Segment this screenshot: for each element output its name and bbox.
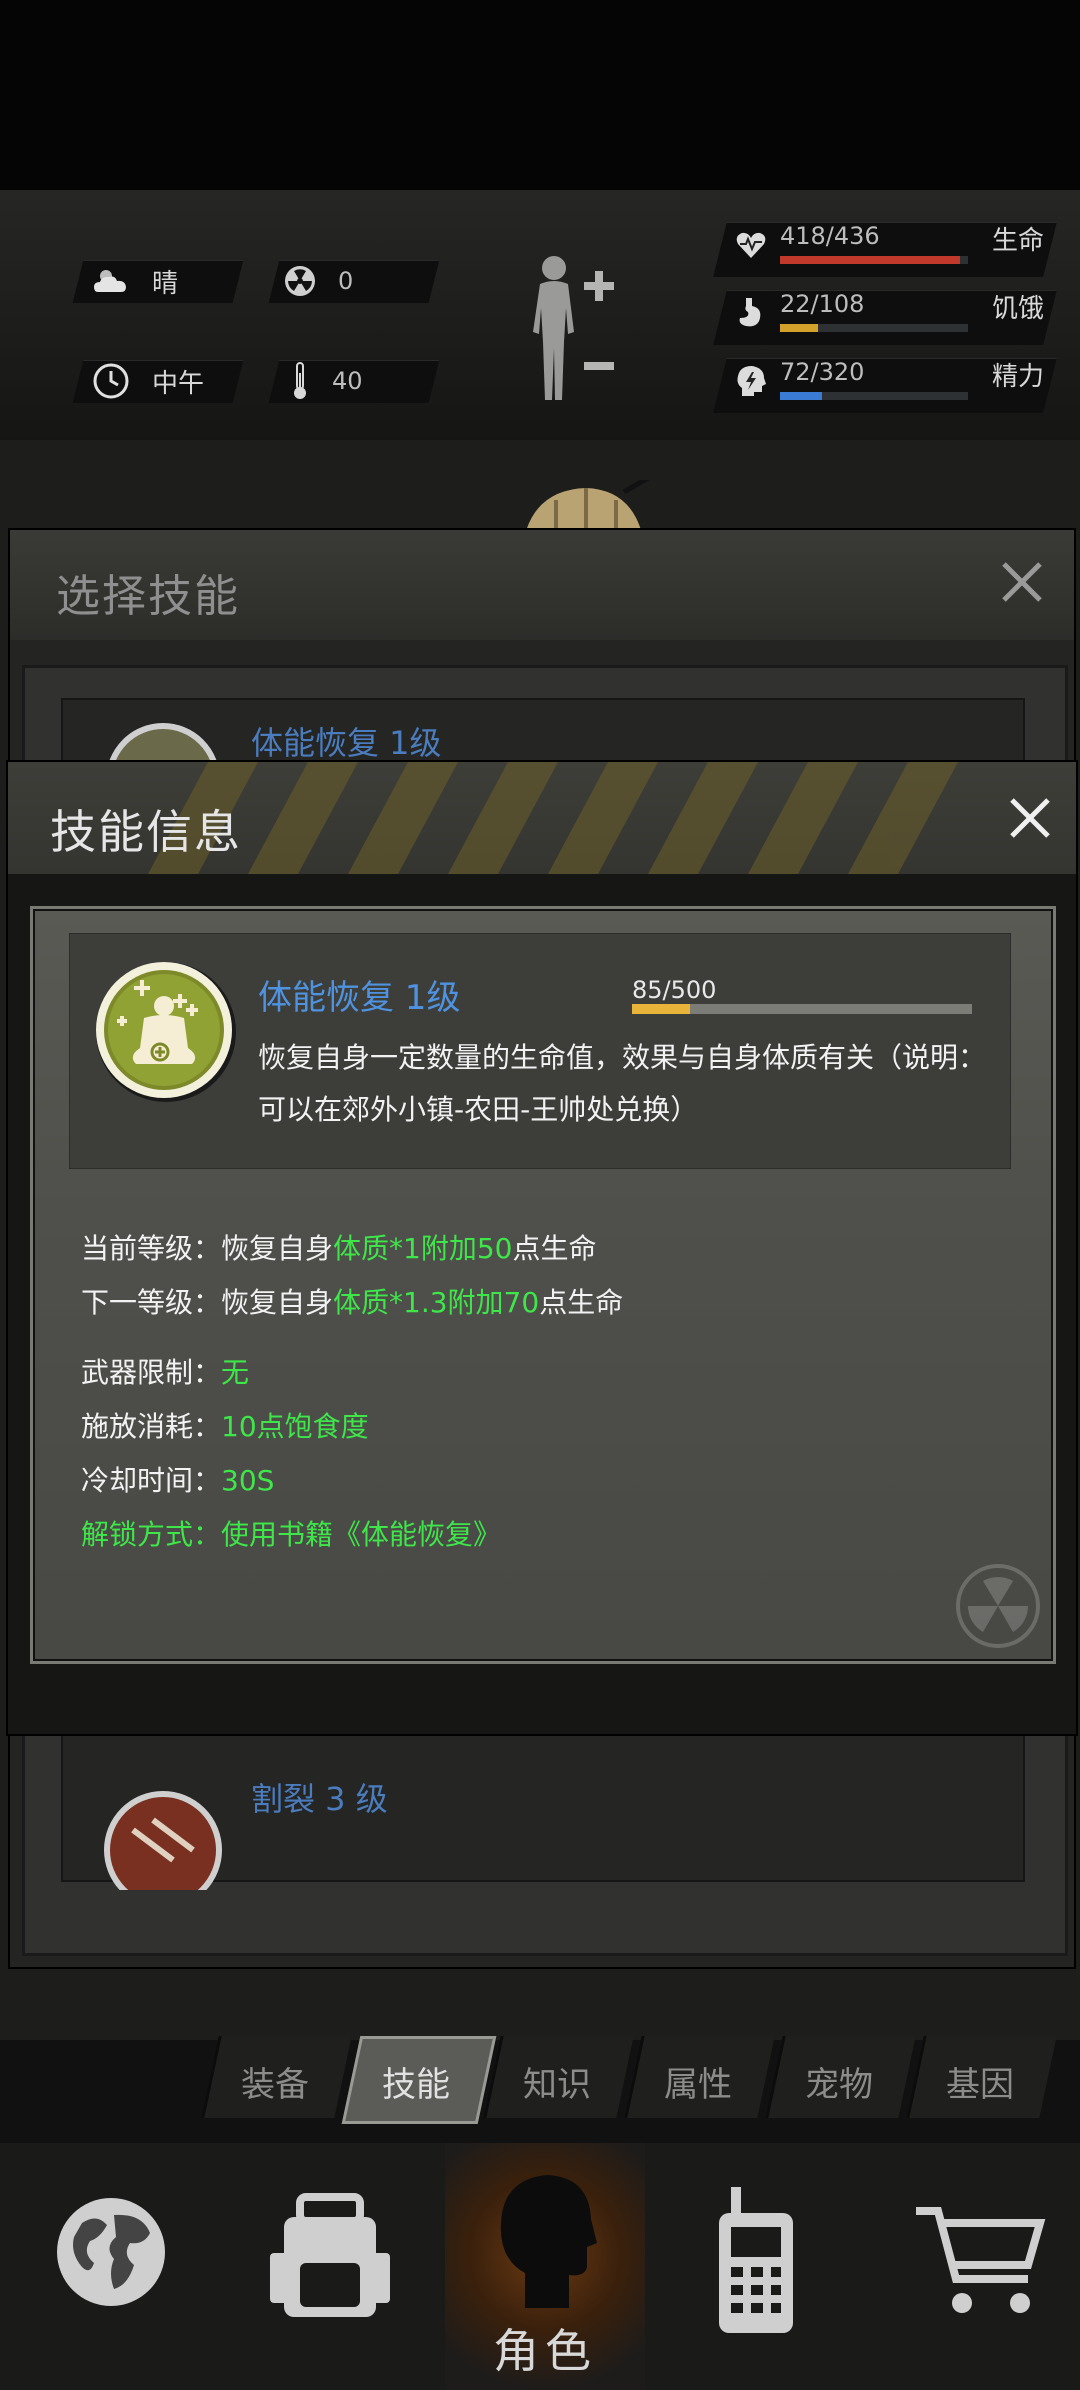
nav-radio-button[interactable] <box>645 2143 860 2390</box>
stomach-icon <box>739 298 761 327</box>
tab-label: 属性 <box>664 2065 732 2105</box>
skill-card: 体能恢复 1级 85/500 恢复自身一定数量的生命值，效果与自身体质有关（说明… <box>69 933 1011 1169</box>
stat-bar-fill <box>780 256 961 264</box>
cast-cost-line: 施放消耗：10点饱食度 <box>81 1410 369 1443</box>
skill-icon <box>104 1791 222 1890</box>
stat-bar-fill <box>780 392 823 400</box>
radiation-watermark-icon <box>956 1564 1040 1648</box>
globe-icon <box>57 2198 165 2306</box>
walkie-talkie-icon <box>719 2187 793 2333</box>
role-head-icon <box>500 2175 597 2308</box>
hud-bar: 晴 0 中午 40 418/436 生命 22/108 饥饿 72/320 精力 <box>0 190 1080 440</box>
tab-label: 技能 <box>382 2065 450 2105</box>
skill-xp-text: 85/500 <box>632 976 717 1004</box>
cooldown-line: 冷却时间：30S <box>81 1464 275 1497</box>
current-level-line: 当前等级：恢复自身体质*1附加50点生命 <box>81 1232 597 1265</box>
tab-label: 宠物 <box>805 2065 873 2105</box>
clock-icon <box>93 363 129 399</box>
weather-indicator: 晴 <box>92 260 178 302</box>
status-bar-area <box>0 0 1080 190</box>
stat-row: 72/320 精力 <box>713 356 1060 416</box>
thermometer-icon <box>294 362 306 399</box>
nav-shop-button[interactable] <box>860 2143 1080 2390</box>
next-level-line: 下一等级：恢复自身体质*1.3附加70点生命 <box>81 1286 624 1319</box>
stat-label: 精力 <box>992 362 1045 392</box>
unlock-line: 解锁方式：使用书籍《体能恢复》 <box>81 1518 502 1551</box>
skill-info-body: 体能恢复 1级 85/500 恢复自身一定数量的生命值，效果与自身体质有关（说明… <box>30 906 1056 1664</box>
skill-xp-fill <box>632 1004 690 1014</box>
skill-name: 体能恢复 1级 <box>258 978 461 1018</box>
weather-text: 晴 <box>152 268 179 299</box>
stat-row: 418/436 生命 <box>713 220 1060 280</box>
energy-head-icon <box>737 366 766 396</box>
nav-backpack-button[interactable] <box>220 2143 445 2390</box>
tab-label: 装备 <box>241 2065 309 2105</box>
radiation-value: 0 <box>338 267 354 295</box>
nav-role-button[interactable]: 角色 <box>445 2143 645 2390</box>
temperature-indicator: 40 <box>290 360 363 402</box>
stat-bar <box>780 324 968 332</box>
list-item[interactable]: 割裂 3 级 <box>61 1728 1025 1890</box>
nav-world-button[interactable] <box>0 2143 220 2390</box>
stat-row: 22/108 饥饿 <box>713 288 1060 348</box>
radiation-indicator: 0 <box>284 260 353 302</box>
cloud-sun-icon <box>94 270 126 292</box>
stat-value: 72/320 <box>780 358 865 386</box>
skill-xp-bar <box>632 1004 972 1014</box>
time-indicator: 中午 <box>92 360 204 402</box>
tab-label: 基因 <box>946 2065 1014 2105</box>
stat-label: 生命 <box>992 226 1045 256</box>
stat-label: 饥饿 <box>992 294 1045 324</box>
weapon-limit-line: 武器限制：无 <box>81 1356 250 1389</box>
nav-role-label: 角色 <box>493 2324 597 2378</box>
body-status-icon[interactable] <box>522 252 632 402</box>
temperature-value: 40 <box>332 367 363 395</box>
skill-info-popup: 技能信息 体能恢复 1级 85/500 恢复自身一定数量的生命值，效果与自身体质… <box>6 760 1078 1736</box>
backpack-icon <box>270 2193 390 2317</box>
radiation-icon <box>285 266 315 296</box>
stat-bar-fill <box>780 324 819 332</box>
heart-pulse-icon <box>736 232 766 258</box>
shopping-cart-icon <box>916 2207 1046 2313</box>
list-item-label: 割裂 3 级 <box>251 1780 388 1818</box>
skill-info-header: 技能信息 <box>8 762 1076 874</box>
list-item-label: 体能恢复 1级 <box>251 724 442 762</box>
tab-label: 知识 <box>523 2065 591 2105</box>
time-text: 中午 <box>152 368 205 399</box>
stat-value: 418/436 <box>780 222 880 250</box>
skill-info-title: 技能信息 <box>50 805 242 859</box>
meditation-skill-icon <box>96 962 236 1102</box>
skill-description: 恢复自身一定数量的生命值，效果与自身体质有关（说明：可以在郊外小镇-农田-王帅处… <box>258 1041 987 1126</box>
bottom-nav: 角色 <box>0 2143 1080 2390</box>
close-icon[interactable] <box>1008 796 1052 840</box>
stat-bar <box>780 256 968 264</box>
stat-bar <box>780 392 968 400</box>
select-skill-header: 选择技能 <box>10 530 1074 640</box>
close-icon[interactable] <box>1000 560 1044 604</box>
stat-value: 22/108 <box>780 290 865 318</box>
stats-panel: 418/436 生命 22/108 饥饿 72/320 精力 <box>713 220 1060 413</box>
select-skill-title: 选择技能 <box>56 571 240 622</box>
